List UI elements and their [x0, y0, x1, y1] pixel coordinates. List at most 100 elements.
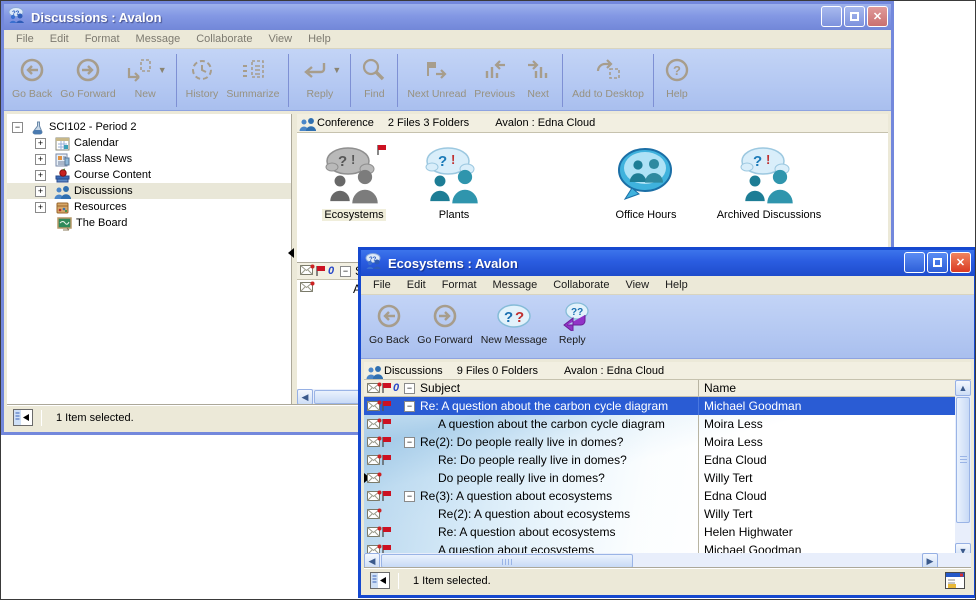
go-back-button[interactable]: Go Back	[8, 51, 56, 110]
tree-item-discussions[interactable]: +Discussions	[7, 183, 291, 199]
column-divider[interactable]	[698, 380, 699, 396]
maximize-button[interactable]	[844, 6, 865, 27]
scroll-up-button[interactable]: ▲	[955, 380, 971, 396]
toolbar-separator	[350, 54, 351, 107]
new-message-button[interactable]: ??New Message	[477, 297, 552, 358]
menu-collaborate[interactable]: Collaborate	[188, 33, 260, 45]
thread-collapse-box[interactable]: −	[404, 487, 415, 505]
vertical-scrollbar[interactable]: ▲ ▼	[955, 380, 971, 559]
conference-item-plants[interactable]: ? ! Plants	[409, 145, 499, 221]
menu-help[interactable]: Help	[300, 33, 339, 45]
message-row[interactable]: Re(2): A question about ecosystemsWilly …	[364, 505, 955, 523]
flag-column-icon[interactable]	[381, 380, 393, 396]
scroll-left-button[interactable]: ◀	[297, 389, 313, 405]
summarize-button[interactable]: Summarize	[222, 51, 283, 110]
toolbar-separator	[288, 54, 289, 107]
next-unread-button[interactable]: Next Unread	[403, 51, 470, 110]
menu-edit[interactable]: Edit	[42, 33, 77, 45]
message-row[interactable]: −Re(2): Do people really live in domes?M…	[364, 433, 955, 451]
message-row[interactable]: A question about the carbon cycle diagra…	[364, 415, 955, 433]
tree-expander[interactable]: +	[35, 138, 46, 149]
menu-view[interactable]: View	[617, 279, 657, 291]
collapse-all-box[interactable]: −	[404, 380, 415, 396]
view-options-icon[interactable]	[945, 572, 965, 593]
reply-button[interactable]: ▼Reply	[294, 51, 345, 110]
dropdown-arrow-icon[interactable]: ▼	[332, 65, 341, 75]
find-button[interactable]: Find	[356, 51, 392, 110]
ecosystems-titlebar[interactable]: ?? Ecosystems : Avalon ✕	[361, 250, 974, 276]
tree-item-the-board[interactable]: The Board	[7, 215, 291, 231]
menu-file[interactable]: File	[8, 33, 42, 45]
tree-expander[interactable]: +	[35, 202, 46, 213]
tree-expander[interactable]: +	[35, 170, 46, 181]
flag-column-icon[interactable]	[315, 265, 328, 277]
menu-edit[interactable]: Edit	[399, 279, 434, 291]
message-row[interactable]: Re: Do people really live in domes?Edna …	[364, 451, 955, 469]
paperclip-column-icon[interactable]: 0	[328, 265, 340, 277]
conference-item-office-hours[interactable]: Office Hours	[601, 145, 691, 221]
conference-item-archived-discussions[interactable]: ? ! Archived Discussions	[709, 145, 829, 221]
tree-item-calendar[interactable]: +Calendar	[7, 135, 291, 151]
tree-item-resources[interactable]: +Resources	[7, 199, 291, 215]
thread-collapse-box[interactable]: −	[404, 397, 415, 415]
next-button[interactable]: Next	[519, 51, 557, 110]
tree-expander[interactable]: +	[35, 154, 46, 165]
scroll-left-button[interactable]: ◀	[364, 553, 380, 569]
help-button[interactable]: ?Help	[659, 51, 695, 110]
go-back-button[interactable]: Go Back	[365, 297, 413, 358]
name-column-header[interactable]: Name	[704, 380, 736, 396]
menu-file[interactable]: File	[365, 279, 399, 291]
menu-message[interactable]: Message	[485, 279, 546, 291]
horizontal-scrollbar[interactable]: ◀ ▶	[364, 553, 971, 569]
previous-button[interactable]: Previous	[470, 51, 519, 110]
envelope-column-icon[interactable]	[300, 264, 315, 279]
envelope-column-icon[interactable]	[367, 380, 382, 396]
menu-format[interactable]: Format	[434, 279, 485, 291]
scroll-right-button[interactable]: ▶	[922, 553, 938, 569]
reply-button[interactable]: ??Reply	[551, 297, 593, 358]
column-divider	[698, 487, 699, 505]
split-view-icon[interactable]	[13, 409, 33, 427]
pane-splitter-arrow[interactable]	[288, 248, 294, 258]
message-row[interactable]: Re: A question about ecosystemsHelen Hig…	[364, 523, 955, 541]
paperclip-column-icon[interactable]: 0	[393, 380, 399, 396]
tree-item-course-content[interactable]: +Course Content	[7, 167, 291, 183]
maximize-button[interactable]	[927, 252, 948, 273]
conference-summary-bar: Conference 2 Files 3 Folders Avalon : Ed…	[297, 114, 888, 133]
menu-view[interactable]: View	[260, 33, 300, 45]
close-button[interactable]: ✕	[867, 6, 888, 27]
thread-collapse-box[interactable]: −	[404, 433, 415, 451]
menu-help[interactable]: Help	[657, 279, 696, 291]
menu-message[interactable]: Message	[128, 33, 189, 45]
split-view-icon[interactable]	[370, 572, 390, 590]
close-button[interactable]: ✕	[950, 252, 971, 273]
tree-expander[interactable]: −	[12, 122, 23, 133]
scroll-thumb[interactable]	[381, 554, 633, 568]
history-button[interactable]: History	[182, 51, 223, 110]
message-row[interactable]: Do people really live in domes?Willy Ter…	[364, 469, 955, 487]
flag-icon	[381, 397, 393, 415]
menu-format[interactable]: Format	[77, 33, 128, 45]
collapse-all-box[interactable]: −	[340, 266, 351, 277]
message-row[interactable]: −Re: A question about the carbon cycle d…	[364, 397, 955, 415]
discussions-titlebar[interactable]: ?? Discussions : Avalon ✕	[4, 4, 891, 30]
add-to-desktop-button[interactable]: Add to Desktop	[568, 51, 648, 110]
tree-item-sci102-period-2[interactable]: −SCI102 - Period 2	[7, 119, 291, 135]
svg-text:?: ?	[673, 63, 681, 78]
dropdown-arrow-icon[interactable]: ▼	[158, 65, 167, 75]
minimize-button[interactable]	[904, 252, 925, 273]
toolbar-group: ?Help	[659, 51, 695, 110]
tree-expander[interactable]: +	[35, 186, 46, 197]
minimize-button[interactable]	[821, 6, 842, 27]
envelope-icon	[367, 451, 382, 469]
scroll-thumb[interactable]	[956, 397, 970, 523]
go-forward-button[interactable]: Go Forward	[413, 297, 476, 358]
subject-column-header[interactable]: Subject	[420, 380, 460, 396]
conference-item-ecosystems[interactable]: ? ! Ecosystems	[309, 145, 399, 221]
new-button[interactable]: ▼New	[120, 51, 171, 110]
find-icon	[360, 54, 388, 86]
tree-item-class-news[interactable]: +Class News	[7, 151, 291, 167]
menu-collaborate[interactable]: Collaborate	[545, 279, 617, 291]
message-row[interactable]: −Re(3): A question about ecosystemsEdna …	[364, 487, 955, 505]
go-forward-button[interactable]: Go Forward	[56, 51, 119, 110]
